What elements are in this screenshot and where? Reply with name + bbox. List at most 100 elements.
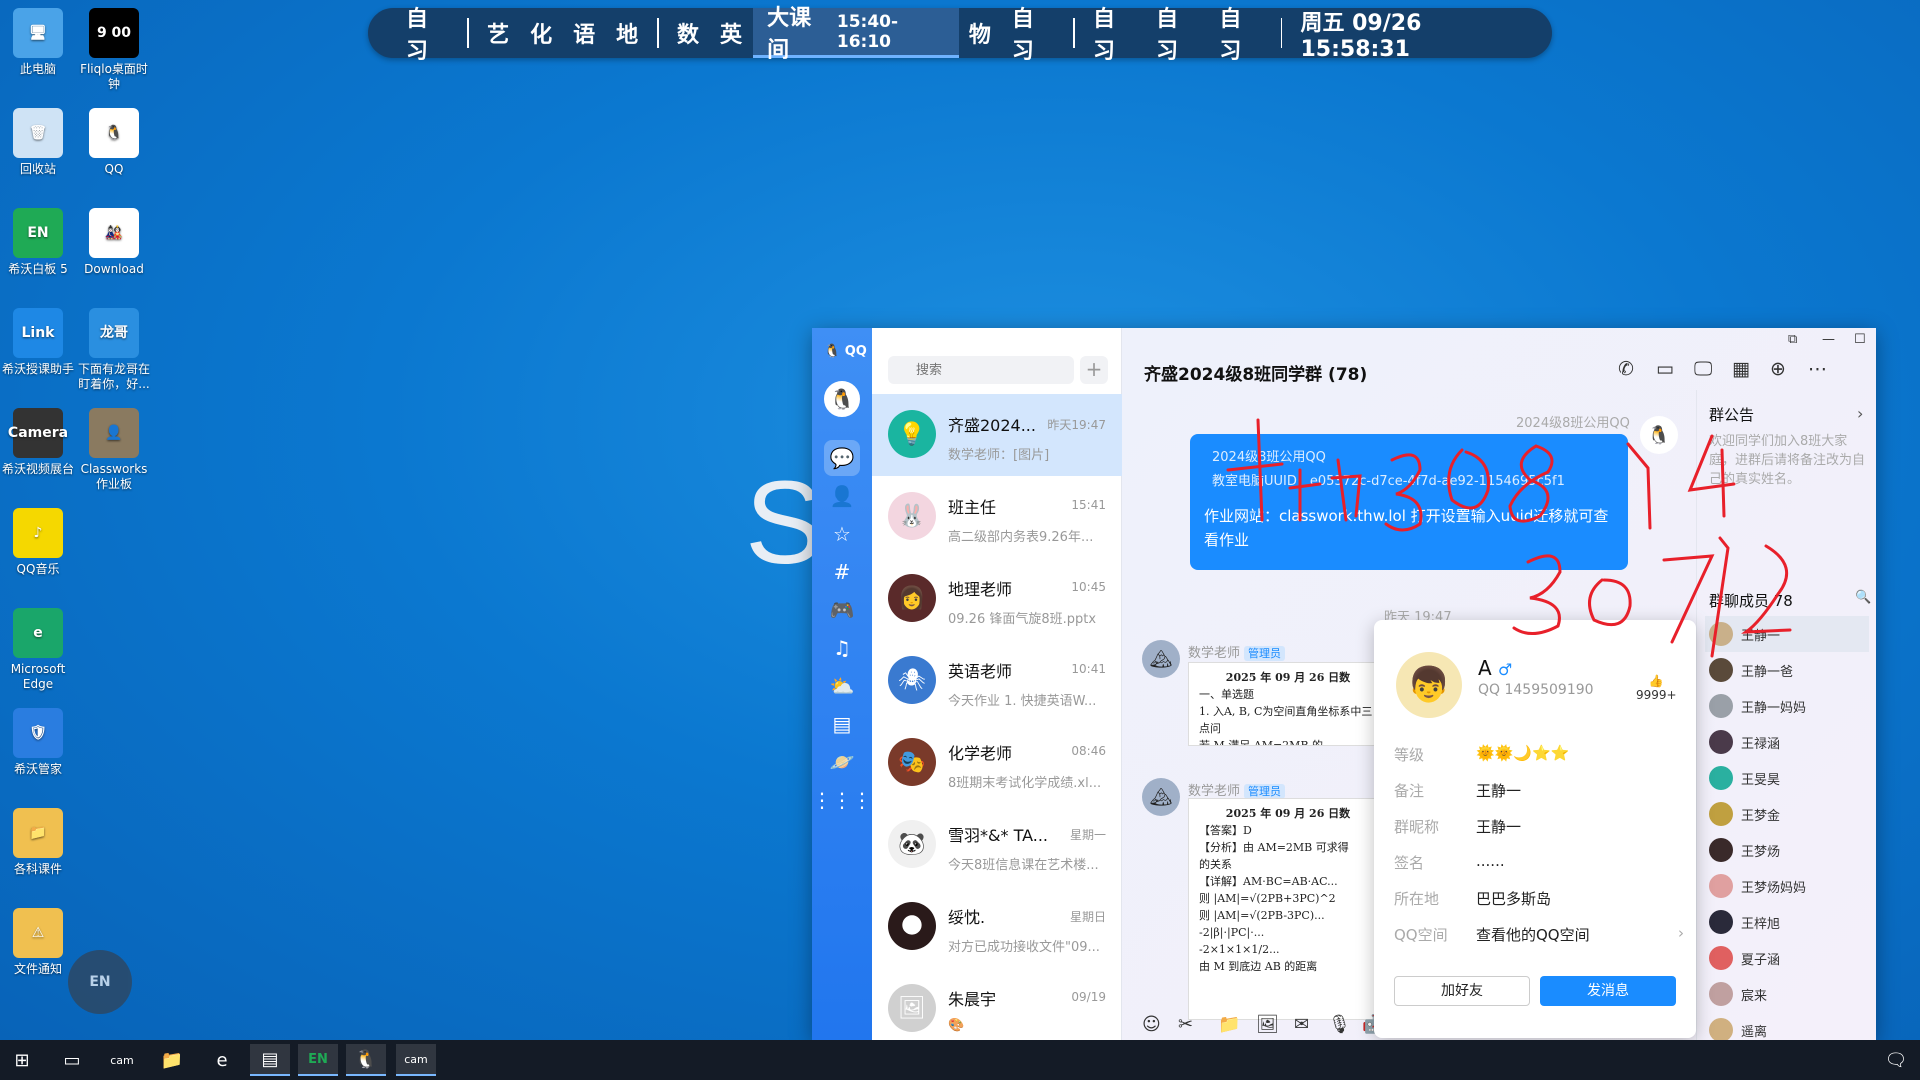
member-item[interactable]: 王梦炀 <box>1705 832 1869 868</box>
image-icon[interactable]: 🖼 <box>1256 1014 1279 1035</box>
add-button[interactable]: + <box>1080 356 1108 384</box>
windows-start-icon[interactable]: ⊞ <box>2 1044 42 1076</box>
recycle-bin-desktop-shortcut[interactable]: 🗑 回收站 <box>0 108 76 177</box>
conversation-preview: 对方已成功接收文件"09... <box>948 940 1100 955</box>
sender-avatar[interactable]: 🐧 <box>1640 416 1678 454</box>
desktop-app-icon[interactable]: ▤ <box>250 1044 290 1076</box>
image-message[interactable]: 2025 年 09 月 26 日数 一、单选题 1. 入A, B, C为空间直角… <box>1188 662 1388 746</box>
folder-desktop-shortcut[interactable]: 📁 各科课件 <box>0 808 76 877</box>
microphone-icon[interactable]: 🎙 <box>1328 1014 1351 1035</box>
planet-icon[interactable]: 🪐 <box>824 744 860 780</box>
more-icon[interactable]: ⋯ <box>1808 358 1827 380</box>
conversation-item[interactable]: 🕷 英语老师 10:41 今天作业 1. 快捷英语W... <box>872 640 1122 722</box>
desktop-icon-label: 下面有龙哥在盯着你，好... <box>77 362 150 391</box>
red-packet-icon[interactable]: ✉ <box>1294 1014 1309 1035</box>
music-desktop-shortcut[interactable]: ♪ QQ音乐 <box>0 508 76 577</box>
like-button[interactable]: 👍 9999+ <box>1636 674 1677 702</box>
member-item[interactable]: 夏子涵 <box>1705 940 1869 976</box>
math-teacher-avatar[interactable]: 🏔 <box>1142 778 1180 816</box>
member-search-icon[interactable]: 🔍 <box>1855 590 1871 605</box>
member-item[interactable]: 王梦金 <box>1705 796 1869 832</box>
qq-desktop-shortcut[interactable]: 🐧 QQ <box>76 108 152 177</box>
send-message-button[interactable]: 发消息 <box>1540 976 1676 1006</box>
conversation-item[interactable]: 🐰 班主任 15:41 高二级部内务表9.26年... <box>872 476 1122 558</box>
download-desktop-shortcut[interactable]: 🎎 Download <box>76 208 152 277</box>
member-item[interactable]: 王静一 <box>1705 616 1869 652</box>
maximize-button[interactable]: ☐ <box>1854 332 1866 347</box>
conversation-item[interactable]: 🌑 绥忱. 星期日 对方已成功接收文件"09... <box>872 886 1122 968</box>
notice-title[interactable]: 群公告 <box>1709 404 1754 425</box>
member-item[interactable]: 王梓旭 <box>1705 904 1869 940</box>
emoji-icon[interactable]: ☺ <box>1142 1014 1161 1035</box>
camera-desktop-shortcut[interactable]: Camera 希沃视频展台 <box>0 408 76 477</box>
screenshot-icon[interactable]: ✂ <box>1178 1014 1193 1035</box>
schedule-period: 自习 <box>1011 7 1035 64</box>
notice-text: 欢迎同学们加入8班大家庭，进群后请将备注改为自己的真实姓名。 <box>1709 434 1866 487</box>
desktop-icon-label: 希沃授课助手 <box>1 362 74 376</box>
desktop-icon-label: Fliqlo桌面时钟 <box>80 62 148 91</box>
member-item[interactable]: 宸来 <box>1705 976 1869 1012</box>
image-desktop-shortcut[interactable]: 龙哥 下面有龙哥在盯着你，好... <box>76 308 152 392</box>
math-teacher-avatar[interactable]: 🏔 <box>1142 640 1180 678</box>
add-friend-button[interactable]: 加好友 <box>1394 976 1530 1006</box>
conversation-time: 08:46 <box>1071 744 1106 758</box>
contacts-icon[interactable]: 👤 <box>824 478 860 514</box>
pin-window-icon[interactable]: ⧉ <box>1788 332 1797 347</box>
profile-row[interactable]: QQ空间 查看他的QQ空间 › <box>1394 924 1684 945</box>
link-desktop-shortcut[interactable]: Link 希沃授课助手 <box>0 308 76 377</box>
conversation-item[interactable]: 🖼 朱晨宇 09/19 🎨 <box>872 968 1122 1040</box>
conversation-item[interactable]: 🐼 雪羽*&* TA... 星期一 今天8班信息课在艺术楼... <box>872 804 1122 886</box>
screen-share-icon[interactable]: 🖵 <box>1694 358 1712 380</box>
photo-desktop-shortcut[interactable]: 👤 Classworks作业板 <box>76 408 152 492</box>
member-avatar <box>1709 910 1733 934</box>
favorites-icon[interactable]: ☆ <box>824 516 860 552</box>
member-item[interactable]: 王梦炀妈妈 <box>1705 868 1869 904</box>
user-avatar[interactable]: 🐧 <box>824 381 860 417</box>
image-text-line: -2|β|·|PC|·... <box>1199 926 1265 939</box>
pinned-message-bubble[interactable]: 2024级8班公用QQ 教室电脑UUID：e05372c-d7ce-4f7d-a… <box>1190 434 1628 570</box>
docs-icon[interactable]: ▤ <box>824 706 860 742</box>
edge-icon[interactable]: e <box>202 1044 242 1076</box>
channel-icon[interactable]: # <box>824 554 860 590</box>
floating-easinote-button[interactable]: EN <box>68 950 132 1014</box>
member-item[interactable]: 王旻昊 <box>1705 760 1869 796</box>
messages-icon[interactable]: 💬 <box>824 440 860 476</box>
easinote-desktop-shortcut[interactable]: EN 希沃白板 5 <box>0 208 76 277</box>
image-message[interactable]: 2025 年 09 月 26 日数 【答案】D 【分析】由 AM=2MB 可求得 的关… <box>1188 798 1388 1020</box>
minimize-button[interactable]: — <box>1822 332 1835 347</box>
apps-icon[interactable]: ▦ <box>1732 358 1750 380</box>
conversation-name: 化学老师 <box>948 744 1013 763</box>
group-side-pane: 群公告 › 欢迎同学们加入8班大家庭，进群后请将备注改为自己的真实姓名。 群聊成… <box>1696 390 1876 1040</box>
more-apps-icon[interactable]: ⋮⋮⋮ <box>812 782 872 818</box>
voice-call-icon[interactable]: ✆ <box>1618 358 1634 380</box>
task-view-icon[interactable]: ▭ <box>52 1044 92 1076</box>
add-member-icon[interactable]: ⊕ <box>1770 358 1786 380</box>
camera-app-2-icon[interactable]: cam <box>396 1044 436 1076</box>
qq-icon[interactable]: 🐧 <box>346 1044 386 1076</box>
member-item[interactable]: 王禄涵 <box>1705 724 1869 760</box>
camera-app-icon[interactable]: cam <box>102 1044 142 1076</box>
clock-desktop-shortcut[interactable]: 9 00 Fliqlo桌面时钟 <box>76 8 152 92</box>
member-item[interactable]: 王静一妈妈 <box>1705 688 1869 724</box>
computer-desktop-shortcut[interactable]: 🖥 此电脑 <box>0 8 76 77</box>
conversation-item[interactable]: 🎭 化学老师 08:46 8班期末考试化学成绩.xl... <box>872 722 1122 804</box>
file-explorer-icon[interactable]: 📁 <box>152 1044 192 1076</box>
quoted-uuid: 教室电脑UUID：e05372c-d7ce-4f7d-ae92-1154695c… <box>1212 474 1565 489</box>
music-icon[interactable]: ♫ <box>824 630 860 666</box>
notifications-icon[interactable]: 🗨 <box>1876 1044 1916 1076</box>
profile-avatar[interactable]: 👦 <box>1396 652 1462 718</box>
games-icon[interactable]: 🎮 <box>824 592 860 628</box>
edge-desktop-shortcut[interactable]: e Microsoft Edge <box>0 608 76 692</box>
folder-icon[interactable]: 📁 <box>1218 1014 1240 1035</box>
weather-icon[interactable]: ⛅ <box>824 668 860 704</box>
shield-desktop-shortcut[interactable]: 🛡 希沃管家 <box>0 708 76 777</box>
conversation-item[interactable]: 💡 齐盛2024... 昨天19:47 数学老师：[图片] <box>872 394 1122 476</box>
member-item[interactable]: 遥离 <box>1705 1012 1869 1040</box>
conversation-item[interactable]: 👩 地理老师 10:45 09.26 锋面气旋8班.pptx <box>872 558 1122 640</box>
video-call-icon[interactable]: ▭ <box>1656 358 1674 380</box>
warning-file-desktop-shortcut[interactable]: ⚠ 文件通知 <box>0 908 76 977</box>
search-input[interactable] <box>888 356 1074 384</box>
easinote-icon[interactable]: EN <box>298 1044 338 1076</box>
member-item[interactable]: 王静一爸 <box>1705 652 1869 688</box>
chevron-right-icon[interactable]: › <box>1857 404 1863 423</box>
